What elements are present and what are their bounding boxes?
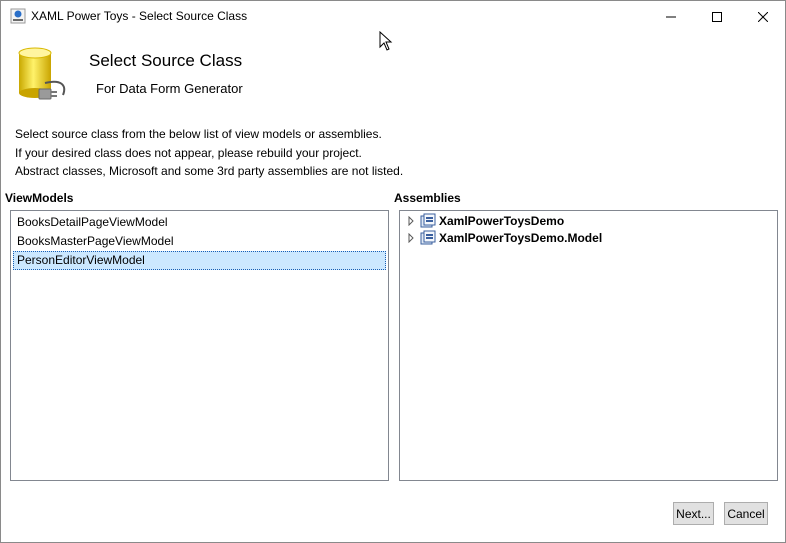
window-title: XAML Power Toys - Select Source Class: [31, 9, 248, 23]
close-button[interactable]: [740, 1, 786, 32]
database-plug-icon: [18, 47, 66, 100]
instruction-line: Abstract classes, Microsoft and some 3rd…: [15, 164, 404, 178]
expand-arrow-icon[interactable]: [406, 232, 416, 243]
list-item[interactable]: BooksMasterPageViewModel: [13, 232, 386, 251]
maximize-icon: [712, 11, 722, 22]
next-button[interactable]: Next...: [673, 502, 714, 525]
instruction-line: If your desired class does not appear, p…: [15, 146, 362, 160]
minimize-icon: [666, 16, 676, 17]
mouse-cursor-icon: [379, 31, 393, 51]
xaml-app-icon: [10, 8, 26, 24]
viewmodels-label: ViewModels: [5, 191, 74, 205]
tree-node-label: XamlPowerToysDemo.Model: [439, 230, 603, 245]
assembly-icon: [420, 213, 436, 227]
tree-node[interactable]: XamlPowerToysDemo.Model: [406, 229, 602, 246]
tree-node-label: XamlPowerToysDemo: [439, 213, 565, 228]
cancel-button[interactable]: Cancel: [724, 502, 768, 525]
list-item-selected[interactable]: PersonEditorViewModel: [13, 251, 386, 270]
maximize-button[interactable]: [694, 1, 740, 32]
close-icon: [758, 11, 768, 22]
minimize-button[interactable]: [648, 1, 694, 32]
tree-node[interactable]: XamlPowerToysDemo: [406, 212, 564, 229]
assemblies-treeview[interactable]: XamlPowerToysDemo XamlPowerToysDemo.Mode…: [399, 210, 778, 481]
assembly-icon: [420, 230, 436, 244]
title-bar[interactable]: XAML Power Toys - Select Source Class: [1, 1, 785, 32]
list-item[interactable]: BooksDetailPageViewModel: [13, 213, 386, 232]
header-title: Select Source Class: [89, 51, 243, 70]
header-subtitle: For Data Form Generator: [96, 81, 243, 96]
assemblies-label: Assemblies: [394, 191, 461, 205]
expand-arrow-icon[interactable]: [406, 215, 416, 226]
dialog-window: XAML Power Toys - Select Source Class Se…: [0, 0, 786, 543]
viewmodels-listbox[interactable]: BooksDetailPageViewModel BooksMasterPage…: [10, 210, 389, 481]
instruction-line: Select source class from the below list …: [15, 127, 382, 141]
